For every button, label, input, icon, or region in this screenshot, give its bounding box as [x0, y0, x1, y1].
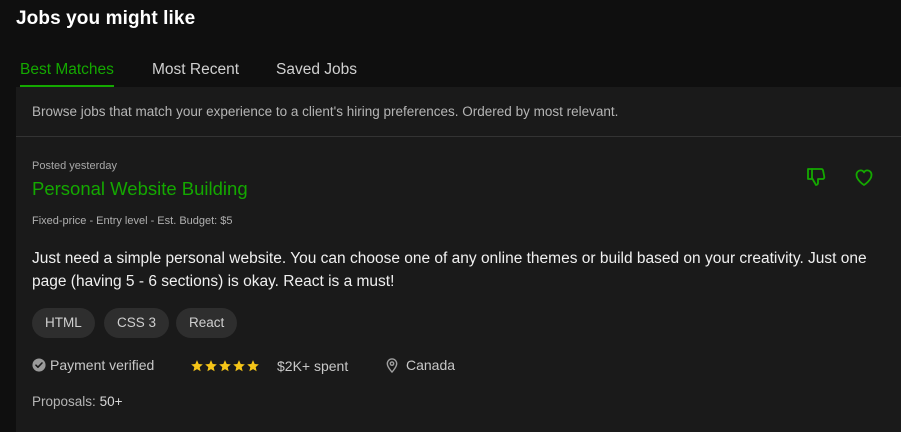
tab-best-matches[interactable]: Best Matches — [20, 61, 114, 87]
heart-icon[interactable] — [852, 165, 876, 189]
payment-verified: Payment verified — [32, 357, 154, 373]
tab-saved-jobs[interactable]: Saved Jobs — [276, 61, 357, 87]
client-location: Canada — [386, 357, 455, 373]
star-icon — [219, 360, 231, 372]
location-label: Canada — [406, 357, 456, 373]
tabs-bar: Best Matches Most Recent Saved Jobs — [16, 54, 901, 88]
thumbs-down-icon[interactable] — [804, 165, 828, 189]
job-title-link[interactable]: Personal Website Building — [32, 178, 248, 200]
job-meta: Fixed-price - Entry level - Est. Budget:… — [32, 215, 233, 227]
star-icon — [191, 360, 203, 372]
skill-tag-html[interactable]: HTML — [32, 308, 95, 338]
job-feed-card: Browse jobs that match your experience t… — [16, 87, 901, 432]
proposals-label: Proposals: — [32, 394, 96, 409]
proposals-count: 50+ — [99, 394, 123, 409]
page-title: Jobs you might like — [16, 8, 196, 29]
skill-tag-react[interactable]: React — [176, 308, 238, 338]
browse-info-bar: Browse jobs that match your experience t… — [16, 87, 901, 137]
client-rating — [190, 357, 260, 375]
proposals-info: Proposals: 50+ — [32, 394, 122, 409]
payment-verified-label: Payment verified — [50, 357, 155, 373]
job-description: Just need a simple personal website. You… — [32, 250, 867, 290]
client-spent: $2K+ spent — [277, 358, 349, 374]
jobs-page: Jobs you might like Best Matches Most Re… — [0, 0, 901, 432]
map-pin-icon — [386, 357, 398, 373]
posted-time: Posted yesterday — [32, 160, 117, 172]
tab-most-recent[interactable]: Most Recent — [152, 61, 239, 87]
check-badge-icon — [32, 358, 46, 372]
client-info-row: Payment verified $2K+ spent Canada — [32, 357, 892, 377]
skill-tag-css3[interactable]: CSS 3 — [104, 308, 170, 338]
star-icon — [205, 360, 217, 372]
star-icon — [233, 360, 245, 372]
browse-description: Browse jobs that match your experience t… — [32, 104, 619, 119]
star-icon — [247, 360, 259, 372]
